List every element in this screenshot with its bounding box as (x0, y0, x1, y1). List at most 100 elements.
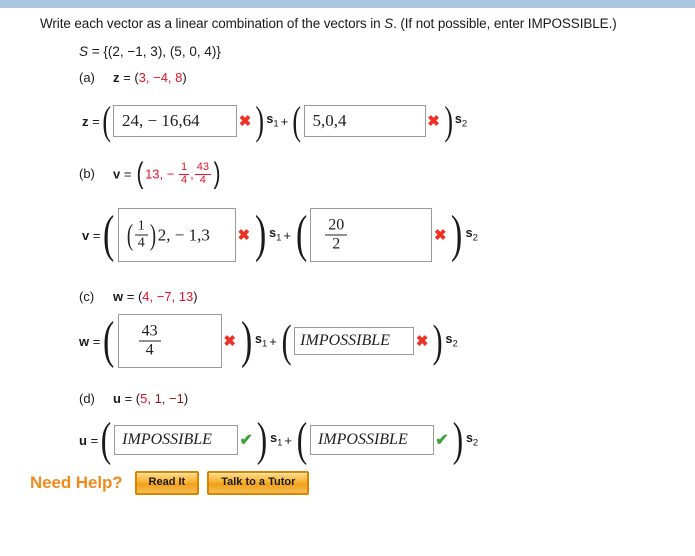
part-b-input-1[interactable]: (1 4) 2, − 1,3 (117, 208, 236, 262)
part-b-frac1-numerator: 1 (180, 161, 188, 173)
part-c-s1-label: s1 (255, 332, 267, 350)
part-c-input-2-value: IMPOSSIBLE (300, 332, 390, 349)
part-a-open-paren-2: ( (292, 98, 302, 143)
set-definition: S = {(2, −1, 3), (5, 0, 4)} (79, 44, 221, 59)
part-a-input-1-value: 24, − 16,64 (122, 111, 200, 130)
part-c-input-1-value: 43 4 (138, 323, 161, 359)
part-d-vector-eq: = ( (120, 391, 141, 406)
part-a-open-paren-1: ( (102, 98, 111, 143)
part-c-input-1-frac-den: 4 (138, 340, 161, 359)
part-b-answer-lead: v = (82, 228, 100, 243)
part-a-answer-row: z = (24, − 16,64 ✖) s1 +(5,0,4 ✖) s2 (82, 101, 467, 141)
part-a-input-2[interactable]: 5,0,4 (303, 105, 426, 137)
part-d-close-paren-1: ) (256, 413, 268, 466)
part-a-label: (a) (79, 70, 95, 85)
part-b-input-1-rest: 2, − 1,3 (157, 225, 210, 244)
part-b-s2-letter: s (465, 226, 473, 241)
prompt-text-after: . (If not possible, enter IMPOSSIBLE.) (393, 16, 617, 31)
part-c-open-paren-1: ( (103, 312, 115, 369)
part-d-input-1[interactable]: IMPOSSIBLE (114, 425, 239, 455)
part-c-vector-components: 4, −7, 13 (142, 289, 194, 304)
part-d-label: (d) (79, 391, 95, 406)
part-b-s2-index: 2 (472, 232, 478, 244)
part-a-answer-equals: = (88, 113, 100, 129)
part-a-s2-index: 2 (461, 118, 468, 130)
part-c-incorrect-icon-1: ✖ (223, 333, 236, 350)
part-d-vector-name: u (113, 391, 121, 406)
part-d-open-paren-2: ( (296, 413, 308, 466)
part-d-correct-icon-2: ✔ (435, 432, 449, 449)
part-d-vector-close: ) (183, 391, 189, 406)
part-b-comp-1: 13, (145, 166, 164, 182)
problem-prompt: Write each vector as a linear combinatio… (40, 16, 617, 31)
part-d-correct-icon-1: ✔ (239, 432, 253, 449)
part-a-close-paren-2: ) (443, 98, 453, 143)
part-c-incorrect-icon-2: ✖ (415, 333, 429, 350)
part-a-close-paren-1: ) (255, 98, 265, 143)
part-a-answer-lead: z = (82, 114, 100, 129)
part-c-input-1[interactable]: 43 4 (117, 314, 222, 368)
part-d-close-paren-2: ) (452, 413, 464, 466)
part-b-input-1-fraction: 14 (134, 219, 148, 251)
part-a-input-1[interactable]: 24, − 16,64 (113, 105, 238, 137)
part-b-operator: + (283, 227, 291, 243)
part-b-answer-equals: = (89, 227, 101, 243)
part-b-vector-equals: = (120, 166, 136, 182)
talk-to-a-tutor-button[interactable]: Talk to a Tutor (207, 471, 310, 496)
part-d-s2-label: s2 (466, 431, 478, 449)
part-c-open-paren-2: ( (281, 315, 292, 366)
part-b-minus: − (163, 166, 178, 182)
part-b-inner-open-paren: ( (126, 218, 133, 251)
part-b-input-1-frac-den: 4 (134, 234, 148, 251)
part-b-open-paren-1: ( (103, 206, 115, 263)
part-a-incorrect-icon-1: ✖ (238, 113, 252, 130)
part-d-answer-row: u = (IMPOSSIBLE ✔) s1 +(IMPOSSIBLE ✔) s2 (79, 416, 478, 464)
part-b-incorrect-icon-1: ✖ (237, 227, 251, 244)
part-b-frac2-numerator: 43 (196, 161, 209, 173)
part-a-vector-close: ) (182, 70, 187, 85)
part-d-operator: + (284, 432, 292, 448)
part-b-open-paren-2: ( (295, 206, 308, 263)
part-c-answer-varname: w (79, 333, 90, 349)
part-b-input-2-value: 20 2 (325, 216, 348, 253)
part-d-input-2[interactable]: IMPOSSIBLE (309, 425, 434, 455)
read-it-button[interactable]: Read It (134, 471, 200, 496)
prompt-set-symbol: S (384, 16, 394, 31)
part-b-input-2-frac-num: 20 (328, 216, 345, 234)
part-b-input-2[interactable]: 20 2 (310, 208, 433, 262)
part-a-incorrect-icon-2: ✖ (427, 113, 440, 130)
part-a-vector-eq: = ( (119, 70, 139, 85)
set-value: = {(2, −1, 3), (5, 0, 4)} (88, 44, 221, 59)
part-c-close-paren-1: ) (240, 312, 252, 369)
part-c-answer-row: w = (43 4 ✖) s1 +(IMPOSSIBLE ✖) s2 (79, 314, 458, 368)
part-b-vector: (b) v = (13, − 1 4, 43 4) (79, 157, 221, 191)
part-a-s2-letter: s (454, 112, 462, 127)
part-c-vector-close: ) (193, 289, 198, 304)
need-help-label: Need Help? (30, 473, 123, 493)
part-b-incorrect-icon-2: ✖ (433, 227, 447, 244)
top-blue-bar (0, 0, 695, 8)
part-c-input-2[interactable]: IMPOSSIBLE (294, 327, 415, 355)
part-d-s1-label: s1 (270, 431, 282, 449)
part-c-vector: (c) w = (4, −7, 13) (79, 289, 198, 304)
part-d-vector: (d) u = (5, 1, −1) (79, 391, 188, 406)
need-help-section: Need Help? Read It Talk to a Tutor (30, 471, 317, 496)
part-d-answer-lead: u = (79, 433, 98, 448)
part-a-s1-label: s1 (266, 112, 278, 130)
part-d-vector-rest-components: , 1, −1 (147, 391, 184, 406)
problem-page: Write each vector as a linear combinatio… (0, 8, 695, 556)
part-b-frac2-denominator: 4 (194, 173, 211, 187)
part-c-label: (c) (79, 289, 95, 304)
part-c-answer-equals: = (89, 333, 101, 349)
part-b-frac1-denominator: 4 (178, 173, 190, 186)
part-c-vector-name: w (113, 289, 124, 304)
part-c-close-paren-2: ) (432, 315, 443, 366)
part-b-inner-close-paren: ) (149, 218, 156, 251)
part-b-label: (b) (79, 166, 95, 182)
part-c-s2-index: 2 (452, 338, 458, 350)
part-d-input-1-value: IMPOSSIBLE (122, 431, 212, 448)
prompt-text-before: Write each vector as a linear combinatio… (40, 16, 385, 31)
part-b-s2-label: s2 (466, 226, 478, 244)
part-d-input-2-value: IMPOSSIBLE (317, 431, 408, 448)
part-b-input-2-frac-den: 2 (325, 234, 348, 253)
